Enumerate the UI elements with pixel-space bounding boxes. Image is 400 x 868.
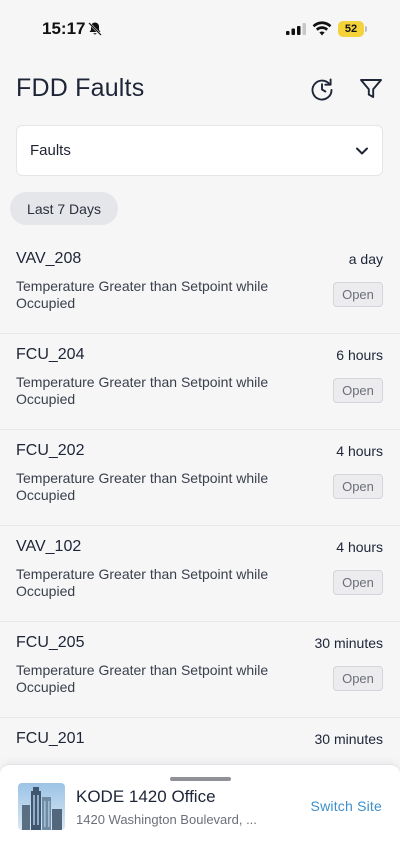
fault-row[interactable]: FCU_202 4 hours Temperature Greater than… (0, 430, 400, 526)
refresh-clock-icon[interactable] (309, 76, 335, 102)
fault-time: a day (348, 251, 383, 267)
status-badge: Open (333, 378, 383, 403)
sheet-grabber-handle[interactable] (170, 777, 231, 781)
fault-description: Temperature Greater than Setpoint while … (16, 278, 269, 311)
fault-description: Temperature Greater than Setpoint while … (16, 566, 269, 599)
fault-time: 4 hours (336, 539, 383, 555)
status-badge: Open (333, 666, 383, 691)
fault-equipment-name: FCU_202 (16, 442, 85, 459)
fault-type-dropdown[interactable]: Faults (16, 125, 383, 176)
fault-time: 4 hours (336, 443, 383, 459)
battery-cap (365, 26, 367, 32)
status-badge: Open (333, 282, 383, 307)
status-time: 15:17 (42, 19, 86, 38)
fault-row[interactable]: VAV_102 4 hours Temperature Greater than… (0, 526, 400, 622)
date-range-chip[interactable]: Last 7 Days (10, 192, 118, 225)
fault-equipment-name: FCU_201 (16, 730, 85, 747)
bell-off-icon (88, 22, 102, 36)
page-title: FDD Faults (16, 74, 145, 102)
fault-row[interactable]: VAV_208 a day Temperature Greater than S… (0, 238, 400, 334)
site-sheet[interactable]: KODE 1420 Office 1420 Washington Bouleva… (0, 764, 400, 868)
site-building-image (18, 783, 65, 830)
switch-site-button[interactable]: Switch Site (311, 798, 382, 814)
fault-time: 30 minutes (314, 731, 383, 747)
battery-indicator: 52 (338, 21, 368, 37)
fault-description: Temperature Greater than Setpoint while … (16, 374, 269, 407)
cellular-signal-icon (286, 23, 306, 35)
status-badge: Open (333, 474, 383, 499)
fault-equipment-name: FCU_205 (16, 634, 85, 651)
status-bar: 15:17 52 (0, 0, 400, 58)
site-name: KODE 1420 Office (76, 787, 216, 806)
fault-row[interactable]: FCU_204 6 hours Temperature Greater than… (0, 334, 400, 430)
fault-time: 30 minutes (314, 635, 383, 651)
battery-level: 52 (338, 21, 364, 37)
fault-equipment-name: FCU_204 (16, 346, 85, 363)
filter-icon[interactable] (358, 76, 384, 102)
fault-description: Temperature Greater than Setpoint while … (16, 470, 269, 503)
fault-equipment-name: VAV_208 (16, 250, 82, 267)
fault-list: VAV_208 a day Temperature Greater than S… (0, 238, 400, 814)
status-badge: Open (333, 570, 383, 595)
chevron-down-icon (356, 147, 368, 154)
wifi-icon (312, 21, 332, 36)
site-address: 1420 Washington Boulevard, ... (76, 812, 257, 827)
fault-description: Temperature Greater than Setpoint while … (16, 662, 269, 695)
dropdown-value: Faults (30, 142, 71, 159)
fault-time: 6 hours (336, 347, 383, 363)
fault-row[interactable]: FCU_205 30 minutes Temperature Greater t… (0, 622, 400, 718)
fault-equipment-name: VAV_102 (16, 538, 82, 555)
